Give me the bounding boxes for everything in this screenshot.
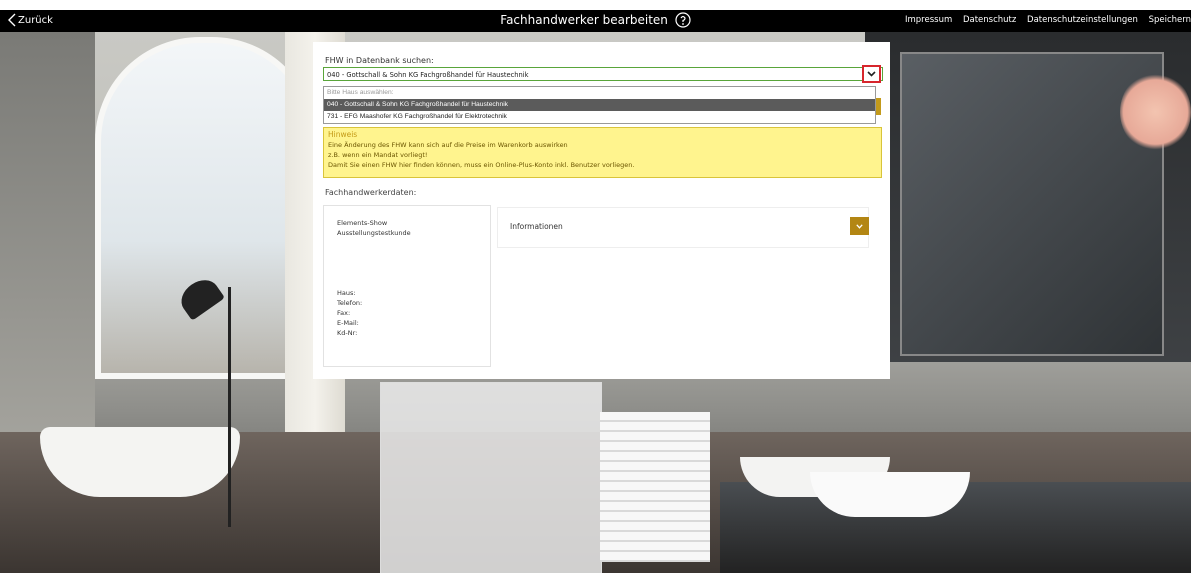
contractor-card: Elements-Show Ausstellungstestkunde Haus… [323, 205, 491, 367]
shower [380, 382, 602, 573]
fhw-select[interactable]: 040 - Gottschall & Sohn KG Fachgroßhande… [323, 67, 883, 81]
contractor-name: Elements-Show Ausstellungstestkunde [337, 218, 411, 238]
hint-line: Damit Sie einen FHW hier finden können, … [328, 161, 635, 169]
edit-dialog: FHW in Datenbank suchen: 040 - Gottschal… [313, 42, 890, 379]
dropdown-list: Bitte Haus auswählen: 040 - Gottschall &… [323, 86, 876, 124]
hint-box: Hinweis Eine Änderung des FHW kann sich … [323, 127, 882, 178]
washbasin [810, 472, 970, 517]
flowers [1120, 72, 1191, 152]
help-icon[interactable] [675, 12, 691, 28]
field-fax: Fax: [337, 309, 351, 317]
page-title: Fachhandwerker bearbeiten [500, 13, 668, 27]
hint-line: z.B. wenn ein Mandat vorliegt! [328, 151, 428, 159]
info-panel: Informationen [497, 207, 869, 248]
field-kdnr: Kd-Nr: [337, 329, 358, 337]
chevron-down-icon [856, 223, 863, 229]
dropdown-placeholder: Bitte Haus auswählen: [327, 89, 394, 96]
wall-left [0, 32, 95, 452]
nav-datenschutzeinstellungen[interactable]: Datenschutzeinstellungen [1027, 15, 1138, 25]
contractor-name-line: Elements-Show [337, 219, 388, 227]
chevron-down-icon [867, 71, 876, 77]
dropdown-toggle-button[interactable] [862, 65, 881, 83]
dropdown-option[interactable]: 731 - EFG Maashofer KG Fachgroßhandel fü… [324, 111, 875, 123]
section-label: Fachhandwerkerdaten: [325, 188, 417, 197]
field-email: E-Mail: [337, 319, 359, 327]
top-nav: Impressum Datenschutz Datenschutzeinstel… [897, 15, 1191, 25]
info-panel-label: Informationen [510, 222, 563, 231]
dropdown-option[interactable]: 040 - Gottschall & Sohn KG Fachgroßhande… [324, 99, 875, 111]
field-telefon: Telefon: [337, 299, 363, 307]
nav-datenschutz[interactable]: Datenschutz [963, 15, 1016, 25]
nav-impressum[interactable]: Impressum [905, 15, 952, 25]
field-haus: Haus: [337, 289, 356, 297]
hint-line: Eine Änderung des FHW kann sich auf die … [328, 141, 568, 149]
radiator [600, 412, 710, 562]
info-expand-button[interactable] [850, 217, 869, 235]
hint-title: Hinweis [328, 130, 358, 139]
bathtub [40, 427, 240, 497]
lamp-pole [228, 287, 231, 527]
arched-window [95, 37, 317, 379]
contractor-name-line: Ausstellungstestkunde [337, 229, 411, 237]
top-bar: Zurück Fachhandwerker bearbeiten Impress… [0, 10, 1191, 32]
nav-speichern[interactable]: Speichern [1149, 15, 1191, 25]
search-label: FHW in Datenbank suchen: [325, 56, 434, 65]
contractor-fields: Haus: Telefon: Fax: E-Mail: Kd-Nr: [337, 288, 362, 338]
